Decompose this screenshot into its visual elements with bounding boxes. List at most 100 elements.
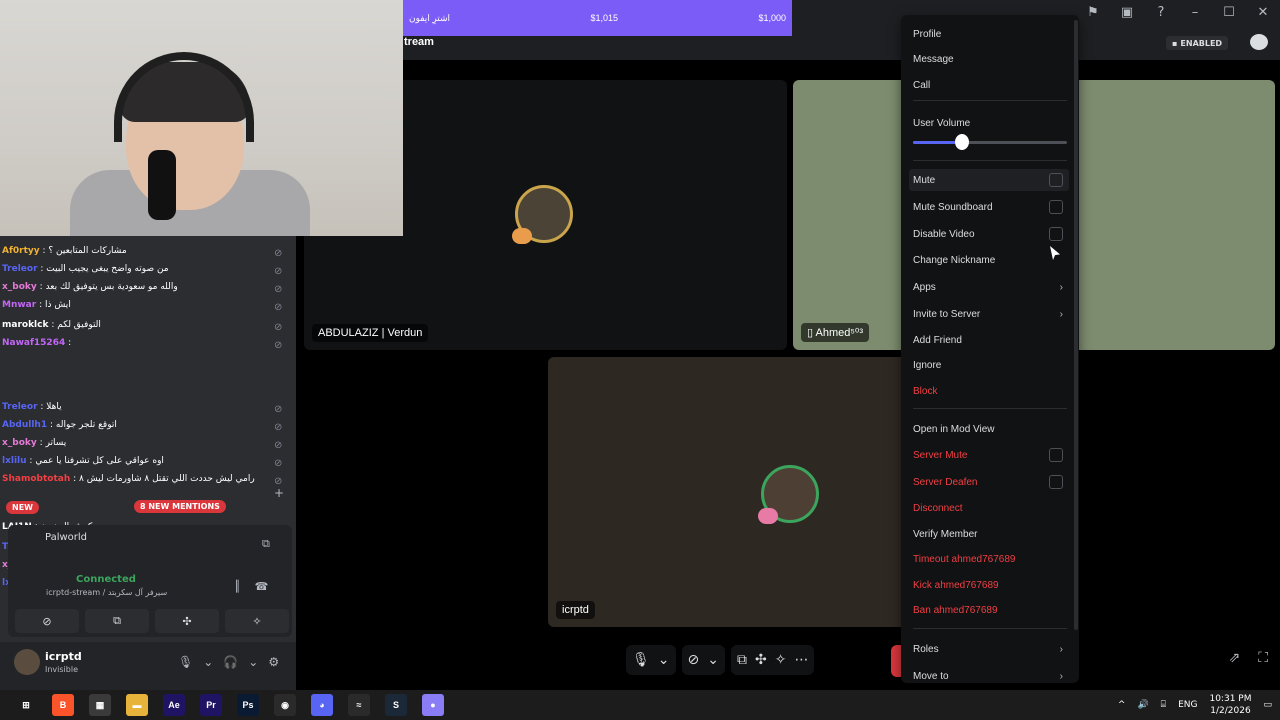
discord-icon[interactable]: ◕ [311, 694, 333, 716]
menu-block[interactable]: Block [909, 380, 1069, 402]
fullscreen-icon[interactable]: ⛶ [1258, 650, 1268, 666]
chat-username[interactable]: Nawaf15264 [2, 338, 65, 348]
store-icon[interactable]: ▦ [89, 694, 111, 716]
camera-off-icon[interactable]: ⊘ [688, 652, 700, 668]
menu-timeout[interactable]: Timeout ahmed767689 [909, 548, 1069, 570]
more-icon[interactable]: ⋯ [794, 652, 808, 668]
clock[interactable]: 10:31 PM 1/2/2026 [1209, 693, 1251, 717]
menu-mute-label: Mute [913, 174, 936, 186]
mic-muted-icon: ⊘ [274, 302, 283, 313]
brave-icon[interactable]: B [52, 694, 74, 716]
chevron-up-icon[interactable]: ^ [1118, 700, 1126, 710]
popout-icon[interactable]: ⇗ [1228, 650, 1240, 666]
avatar[interactable] [14, 649, 40, 675]
volume-icon[interactable]: 🔊 [1137, 700, 1148, 710]
hang-up-icon[interactable]: ☎ [255, 580, 269, 593]
menu-message[interactable]: Message [909, 48, 1069, 70]
photoshop-icon[interactable]: Ps [237, 694, 259, 716]
menu-disable-video[interactable]: Disable Video [909, 223, 1069, 245]
microphone-icon[interactable]: 🎙 [178, 655, 193, 669]
user-name[interactable]: icrptd [45, 650, 82, 663]
new-badge[interactable]: NEW [6, 501, 39, 514]
donation-current: $1,015 [590, 13, 619, 23]
chat-username[interactable]: Treleor [2, 264, 38, 274]
menu-server-deafen[interactable]: Server Deafen [909, 471, 1069, 493]
soundboard-button[interactable]: ✧ [225, 609, 289, 633]
chat-username[interactable]: lxlilu [2, 456, 27, 466]
menu-verify-member[interactable]: Verify Member [909, 523, 1069, 545]
headphones-icon[interactable]: 🎧 [223, 655, 238, 669]
chat-icon[interactable] [1250, 34, 1268, 50]
chevron-down-icon[interactable]: ⌄ [707, 652, 719, 668]
menu-ignore[interactable]: Ignore [909, 354, 1069, 376]
menu-mute-soundboard[interactable]: Mute Soundboard [909, 196, 1069, 218]
flag-icon[interactable]: ⚑ [1076, 0, 1110, 24]
plus-icon[interactable]: + [274, 486, 284, 500]
screen-share-button[interactable]: ⧉ [85, 609, 149, 633]
menu-invite[interactable]: Invite to Server › [909, 303, 1069, 325]
mute-soundboard-checkbox[interactable] [1049, 200, 1063, 214]
screen-share-icon[interactable]: ⧉ [737, 652, 747, 668]
steam-icon[interactable]: S [385, 694, 407, 716]
camera-button[interactable]: ⊘ [15, 609, 79, 633]
activities-button[interactable]: ✣ [155, 609, 219, 633]
server-mute-checkbox[interactable] [1049, 448, 1063, 462]
mute-checkbox[interactable] [1049, 173, 1063, 187]
camera-control[interactable]: ⊘ ⌄ [681, 645, 725, 675]
noise-suppression-icon[interactable]: ║ [234, 580, 241, 593]
chevron-down-icon[interactable]: ⌄ [203, 655, 213, 669]
menu-mute[interactable]: Mute [909, 169, 1069, 191]
premiere-icon[interactable]: Pr [200, 694, 222, 716]
chat-username[interactable]: Treleor [2, 402, 38, 412]
context-menu-scrollbar[interactable] [1074, 20, 1078, 630]
language-indicator[interactable]: ENG [1178, 700, 1197, 710]
menu-apps[interactable]: Apps › [909, 276, 1069, 298]
voice-channel-name[interactable]: icrptd-stream / سيرفر آل سكربتد [46, 588, 167, 597]
menu-profile[interactable]: Profile [909, 23, 1069, 45]
screen-share-icon[interactable]: ⧉ [262, 537, 270, 551]
app-icon[interactable]: ≈ [348, 694, 370, 716]
chat-username[interactable]: maroklck [2, 320, 48, 330]
menu-change-nickname[interactable]: Change Nickname [909, 249, 1069, 271]
minimize-button[interactable]: – [1178, 0, 1212, 24]
network-icon[interactable]: ⌸ [1161, 700, 1166, 710]
notifications-icon[interactable]: ▭ [1263, 700, 1272, 710]
obs-icon[interactable]: ◉ [274, 694, 296, 716]
mentions-badge[interactable]: 8 NEW MENTIONS [134, 500, 226, 513]
chat-username[interactable]: Mnwar [2, 300, 36, 310]
microphone-icon[interactable]: 🎙 [632, 652, 650, 668]
menu-roles[interactable]: Roles › [909, 638, 1069, 660]
mic-control[interactable]: 🎙 ⌄ [626, 645, 676, 675]
help-icon[interactable]: ? [1144, 0, 1178, 24]
menu-disconnect[interactable]: Disconnect [909, 497, 1069, 519]
chat-username[interactable]: Abdullh1 [2, 420, 47, 430]
menu-call[interactable]: Call [909, 74, 1069, 96]
chat-message: maroklck : التوفيق لكم [2, 320, 101, 330]
menu-mod-view[interactable]: Open in Mod View [909, 418, 1069, 440]
chat-username[interactable]: x_boky [2, 438, 37, 448]
disable-video-checkbox[interactable] [1049, 227, 1063, 241]
after-effects-icon[interactable]: Ae [163, 694, 185, 716]
menu-add-friend[interactable]: Add Friend [909, 329, 1069, 351]
chrome-icon[interactable]: ● [422, 694, 444, 716]
menu-move-to[interactable]: Move to › [909, 665, 1069, 687]
chat-username[interactable]: Shamobtotah [2, 474, 70, 484]
explorer-icon[interactable]: ▬ [126, 694, 148, 716]
chevron-down-icon[interactable]: ⌄ [658, 652, 670, 668]
menu-server-mute[interactable]: Server Mute [909, 444, 1069, 466]
soundboard-icon[interactable]: ✧ [775, 652, 787, 668]
chevron-down-icon[interactable]: ⌄ [248, 655, 258, 669]
server-deafen-checkbox[interactable] [1049, 475, 1063, 489]
activities-icon[interactable]: ✣ [755, 652, 767, 668]
close-button[interactable]: ✕ [1246, 0, 1280, 24]
menu-kick[interactable]: Kick ahmed767689 [909, 574, 1069, 596]
menu-ban[interactable]: Ban ahmed767689 [909, 599, 1069, 621]
maximize-button[interactable]: ☐ [1212, 0, 1246, 24]
inbox-icon[interactable]: ▣ [1110, 0, 1144, 24]
gear-icon[interactable]: ⚙ [268, 655, 279, 669]
chat-username[interactable]: Af0rtyy [2, 246, 40, 256]
chat-username[interactable]: x_boky [2, 282, 37, 292]
chat-separator: : [37, 402, 47, 412]
start-icon[interactable]: ⊞ [15, 694, 37, 716]
voice-connected-status: Connected [76, 574, 136, 585]
